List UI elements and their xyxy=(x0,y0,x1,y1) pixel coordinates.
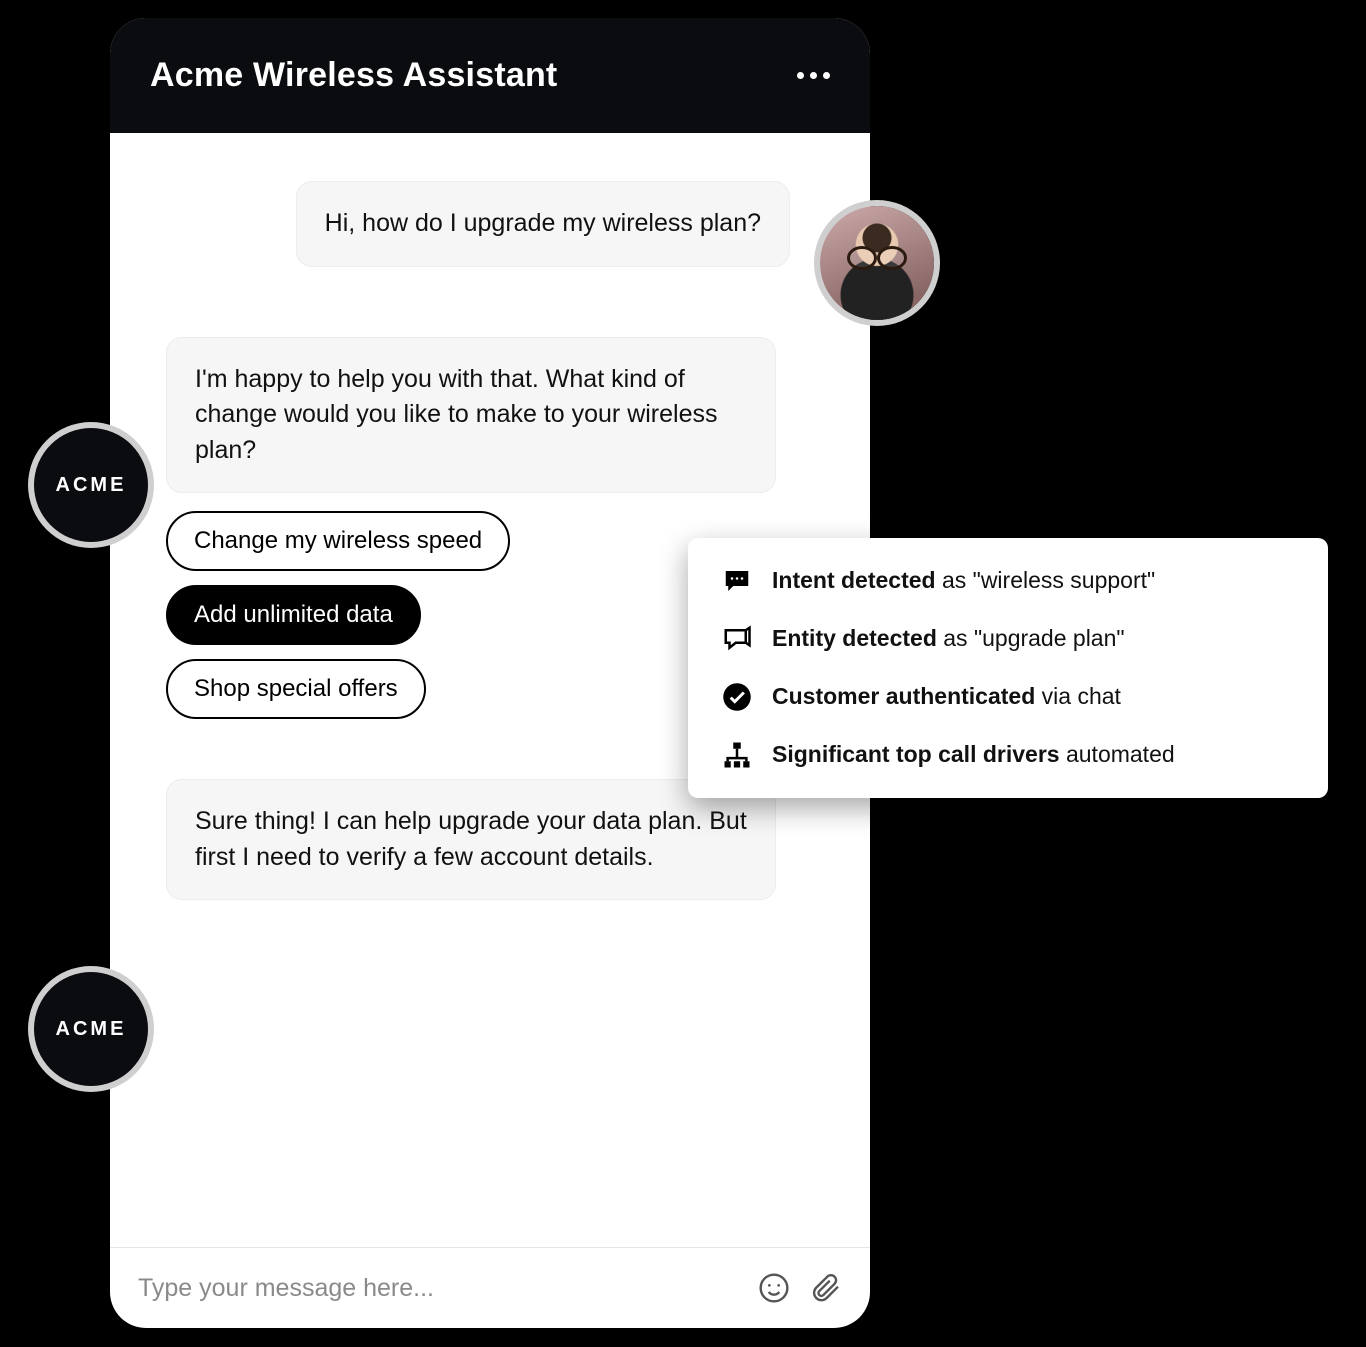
chat-header: Acme Wireless Assistant xyxy=(110,18,870,133)
callout-text: Intent detected as "wireless support" xyxy=(772,566,1155,596)
announce-icon xyxy=(722,624,752,654)
callout-row: Customer authenticated via chat xyxy=(722,682,1294,712)
check-circle-icon xyxy=(722,682,752,712)
assistant-avatar: ACME xyxy=(34,972,148,1086)
emoji-icon[interactable] xyxy=(758,1272,790,1304)
more-menu-icon[interactable] xyxy=(797,72,830,79)
message-user: Hi, how do I upgrade my wireless plan? xyxy=(142,181,838,267)
hierarchy-icon xyxy=(722,740,752,770)
user-avatar xyxy=(820,206,934,320)
assistant-avatar-label: ACME xyxy=(56,474,127,497)
chip-unlimited-data[interactable]: Add unlimited data xyxy=(166,585,421,645)
attachment-icon[interactable] xyxy=(810,1272,842,1304)
chat-input-bar xyxy=(110,1247,870,1328)
message-bubble: Sure thing! I can help upgrade your data… xyxy=(166,779,776,900)
callout-text: Customer authenticated via chat xyxy=(772,682,1121,712)
message-bubble: Hi, how do I upgrade my wireless plan? xyxy=(296,181,790,267)
callout-row: Intent detected as "wireless support" xyxy=(722,566,1294,596)
chip-change-speed[interactable]: Change my wireless speed xyxy=(166,511,510,571)
assistant-avatar-label: ACME xyxy=(56,1018,127,1041)
callout-row: Significant top call drivers automated xyxy=(722,740,1294,770)
chat-title: Acme Wireless Assistant xyxy=(150,56,557,95)
assistant-avatar: ACME xyxy=(34,428,148,542)
analysis-callout: Intent detected as "wireless support" En… xyxy=(688,538,1328,798)
chat-bubble-icon xyxy=(722,566,752,596)
callout-row: Entity detected as "upgrade plan" xyxy=(722,624,1294,654)
message-input[interactable] xyxy=(138,1274,738,1303)
callout-text: Significant top call drivers automated xyxy=(772,740,1175,770)
chip-special-offers[interactable]: Shop special offers xyxy=(166,659,426,719)
callout-text: Entity detected as "upgrade plan" xyxy=(772,624,1125,654)
message-bubble: I'm happy to help you with that. What ki… xyxy=(166,337,776,494)
